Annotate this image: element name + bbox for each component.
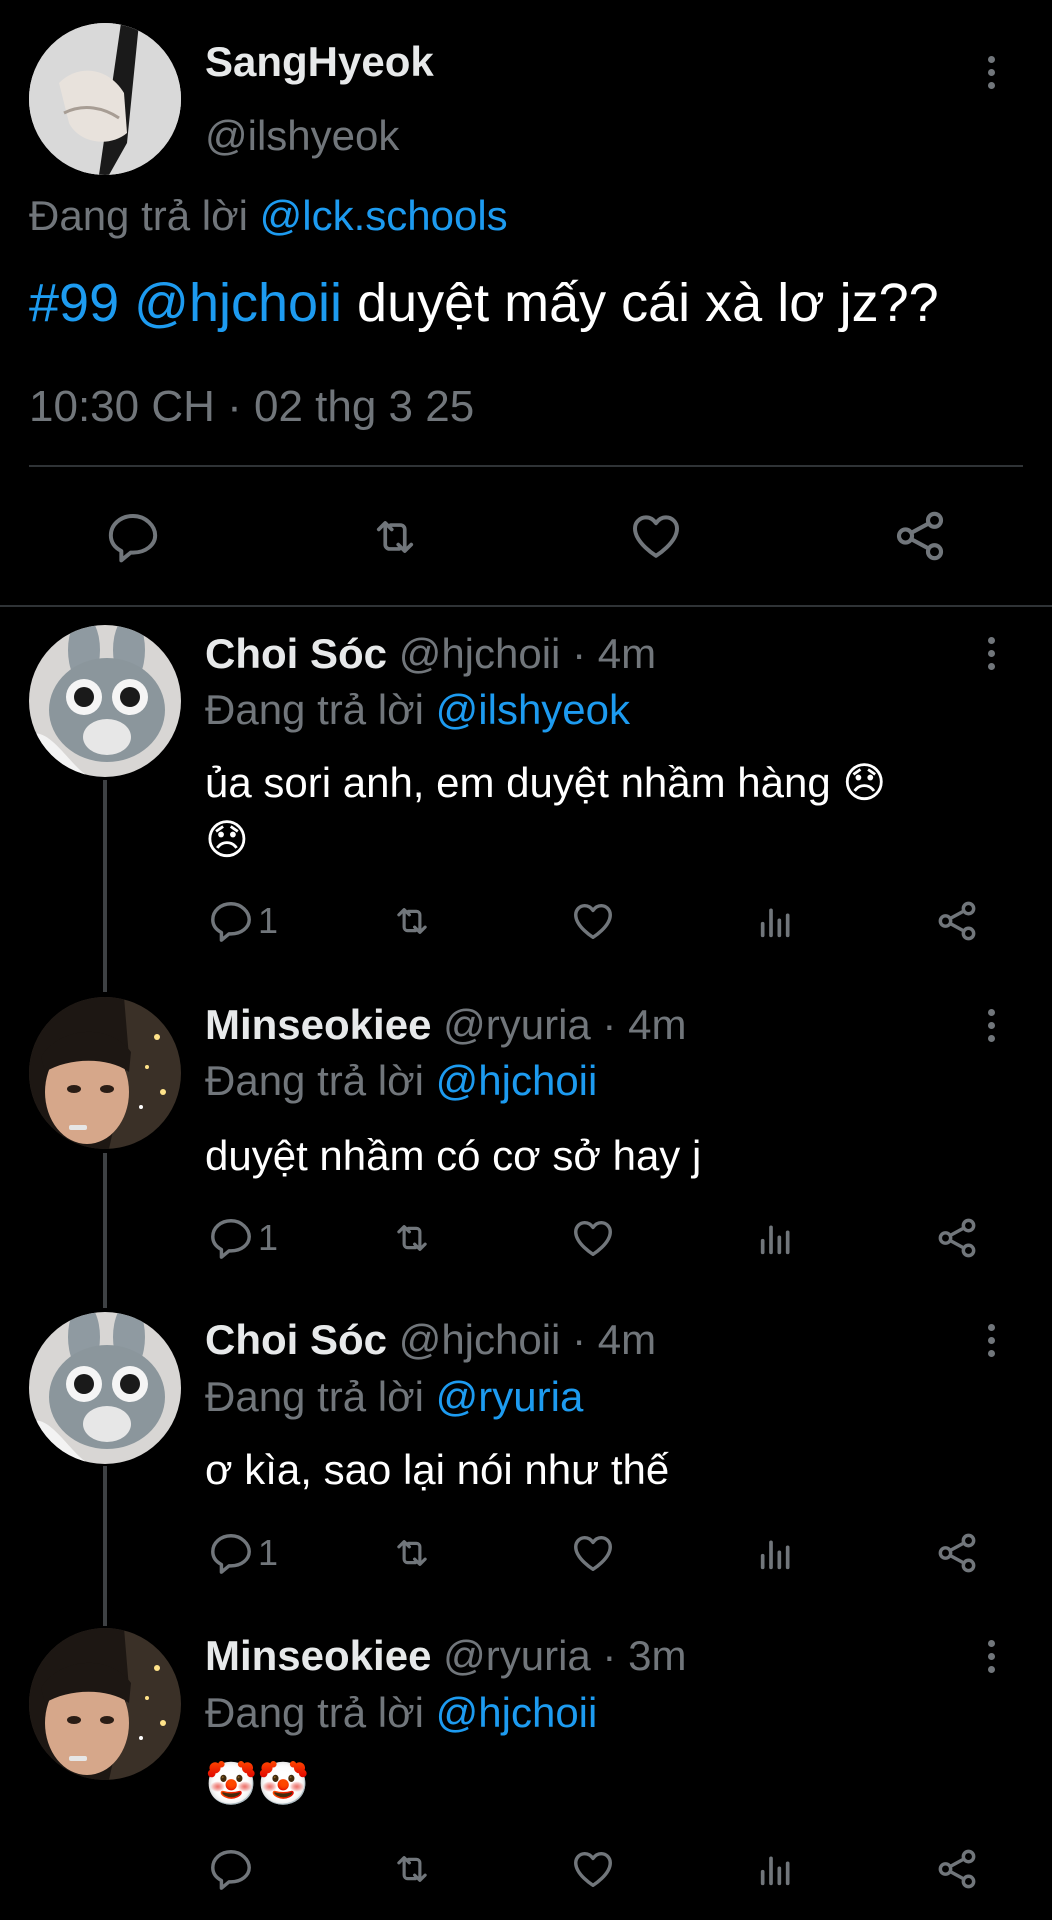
like-icon[interactable] — [570, 1846, 616, 1892]
reply-button[interactable]: 1 — [208, 1215, 278, 1261]
reply-prefix: Đang trả lời — [205, 1689, 424, 1736]
reply-handle[interactable]: @hjchoii — [399, 1316, 561, 1363]
reply-prefix: Đang trả lời — [205, 686, 424, 733]
reply-prefix: Đang trả lời — [205, 1373, 424, 1420]
share-icon[interactable] — [934, 1530, 980, 1576]
reply-display-name[interactable]: Minseokiee — [205, 1001, 431, 1048]
reply-time[interactable]: · 3m — [591, 1632, 686, 1679]
author-display-name[interactable]: SangHyeok — [205, 38, 434, 86]
more-icon[interactable] — [984, 1324, 998, 1357]
more-icon[interactable] — [984, 1640, 998, 1673]
reply-header: Choi Sóc @hjchoii · 4m — [205, 630, 656, 678]
reply-icon — [211, 1534, 251, 1574]
like-icon[interactable] — [570, 898, 616, 944]
retweet-icon[interactable] — [386, 900, 438, 942]
like-icon[interactable] — [570, 1530, 616, 1576]
views-icon[interactable] — [756, 1219, 796, 1259]
reply-prefix: Đang trả lời — [29, 192, 248, 239]
author-handle[interactable]: @ilshyeok — [205, 112, 399, 160]
reply-display-name[interactable]: Minseokiee — [205, 1632, 431, 1679]
reply-handle[interactable]: @hjchoii — [399, 630, 561, 677]
share-icon[interactable] — [934, 1215, 980, 1261]
mention-link[interactable]: @hjchoii — [134, 273, 342, 333]
tweet-text: #99 @hjchoii duyệt mấy cái xà lơ jz?? — [29, 272, 939, 334]
share-icon[interactable] — [934, 898, 980, 944]
more-icon[interactable] — [984, 637, 998, 670]
avatar-minseokiee[interactable] — [29, 1628, 181, 1780]
reply-icon[interactable] — [104, 509, 162, 565]
reply-count: 1 — [258, 900, 279, 941]
reply-handle[interactable]: @ryuria — [443, 1001, 591, 1048]
share-icon[interactable] — [934, 1846, 980, 1892]
retweet-icon[interactable] — [362, 511, 428, 563]
reply-icon — [211, 1219, 251, 1259]
reply-button[interactable]: 1 — [208, 1530, 278, 1576]
thread-line — [103, 780, 107, 992]
views-icon[interactable] — [756, 902, 796, 942]
reply-display-name[interactable]: Choi Sóc — [205, 1316, 387, 1363]
reply-context: Đang trả lời @hjchoii — [205, 1689, 597, 1737]
reply-icon — [211, 902, 251, 942]
reply-to-link[interactable]: @hjchoii — [436, 1057, 598, 1104]
reply-button[interactable]: 1 — [208, 898, 278, 944]
reply-header: Minseokiee @ryuria · 4m — [205, 1001, 686, 1049]
retweet-icon[interactable] — [386, 1848, 438, 1890]
reply-text: ơ kìa, sao lại nói như thế — [205, 1446, 670, 1493]
views-icon[interactable] — [756, 1850, 796, 1890]
reply-time[interactable]: · 4m — [591, 1001, 686, 1048]
reply-count: 1 — [258, 1532, 279, 1573]
views-icon[interactable] — [756, 1534, 796, 1574]
more-icon[interactable] — [984, 1009, 998, 1042]
avatar-minseokiee[interactable] — [29, 997, 181, 1149]
section-divider — [0, 605, 1052, 607]
reply-context: Đang trả lời @ryuria — [205, 1373, 583, 1421]
reply-time[interactable]: · 4m — [560, 630, 656, 677]
reply-context: Đang trả lời @ilshyeok — [205, 686, 630, 734]
hashtag-link[interactable]: #99 — [29, 273, 119, 333]
reply-count: 1 — [258, 1217, 279, 1258]
more-icon[interactable] — [984, 56, 998, 89]
reply-text: duyệt nhầm có cơ sở hay j — [205, 1132, 702, 1179]
reply-header: Choi Sóc @hjchoii · 4m — [205, 1316, 656, 1364]
reply-context: Đang trả lời @lck.schools — [29, 192, 508, 240]
avatar-choi-soc[interactable] — [29, 1312, 181, 1464]
reply-prefix: Đang trả lời — [205, 1057, 424, 1104]
reply-text: 🤡🤡 — [205, 1760, 310, 1807]
reply-to-link[interactable]: @hjchoii — [436, 1689, 598, 1736]
retweet-icon[interactable] — [386, 1532, 438, 1574]
reply-handle[interactable]: @ryuria — [443, 1632, 591, 1679]
like-icon[interactable] — [570, 1215, 616, 1261]
divider — [29, 465, 1023, 467]
thread-line — [103, 1153, 107, 1308]
avatar-sanghyeok[interactable] — [29, 23, 181, 175]
reply-header: Minseokiee @ryuria · 3m — [205, 1632, 686, 1680]
like-icon[interactable] — [626, 508, 686, 564]
reply-text: ủa sori anh, em duyệt nhầm hàng 😞 — [205, 759, 887, 806]
reply-time[interactable]: · 4m — [560, 1316, 656, 1363]
tweet-body: duyệt mấy cái xà lơ jz?? — [342, 273, 939, 333]
tweet-timestamp[interactable]: 10:30 CH · 02 thg 3 25 — [29, 382, 474, 432]
reply-context: Đang trả lời @hjchoii — [205, 1057, 597, 1105]
avatar-choi-soc[interactable] — [29, 625, 181, 777]
reply-text-line2: 😞 — [205, 816, 249, 863]
retweet-icon[interactable] — [386, 1217, 438, 1259]
thread-line — [103, 1466, 107, 1626]
share-icon[interactable] — [890, 507, 950, 565]
reply-display-name[interactable]: Choi Sóc — [205, 630, 387, 677]
reply-to-link[interactable]: @lck.schools — [260, 192, 508, 239]
reply-icon[interactable] — [208, 1846, 254, 1892]
reply-to-link[interactable]: @ilshyeok — [436, 686, 630, 733]
reply-to-link[interactable]: @ryuria — [436, 1373, 584, 1420]
